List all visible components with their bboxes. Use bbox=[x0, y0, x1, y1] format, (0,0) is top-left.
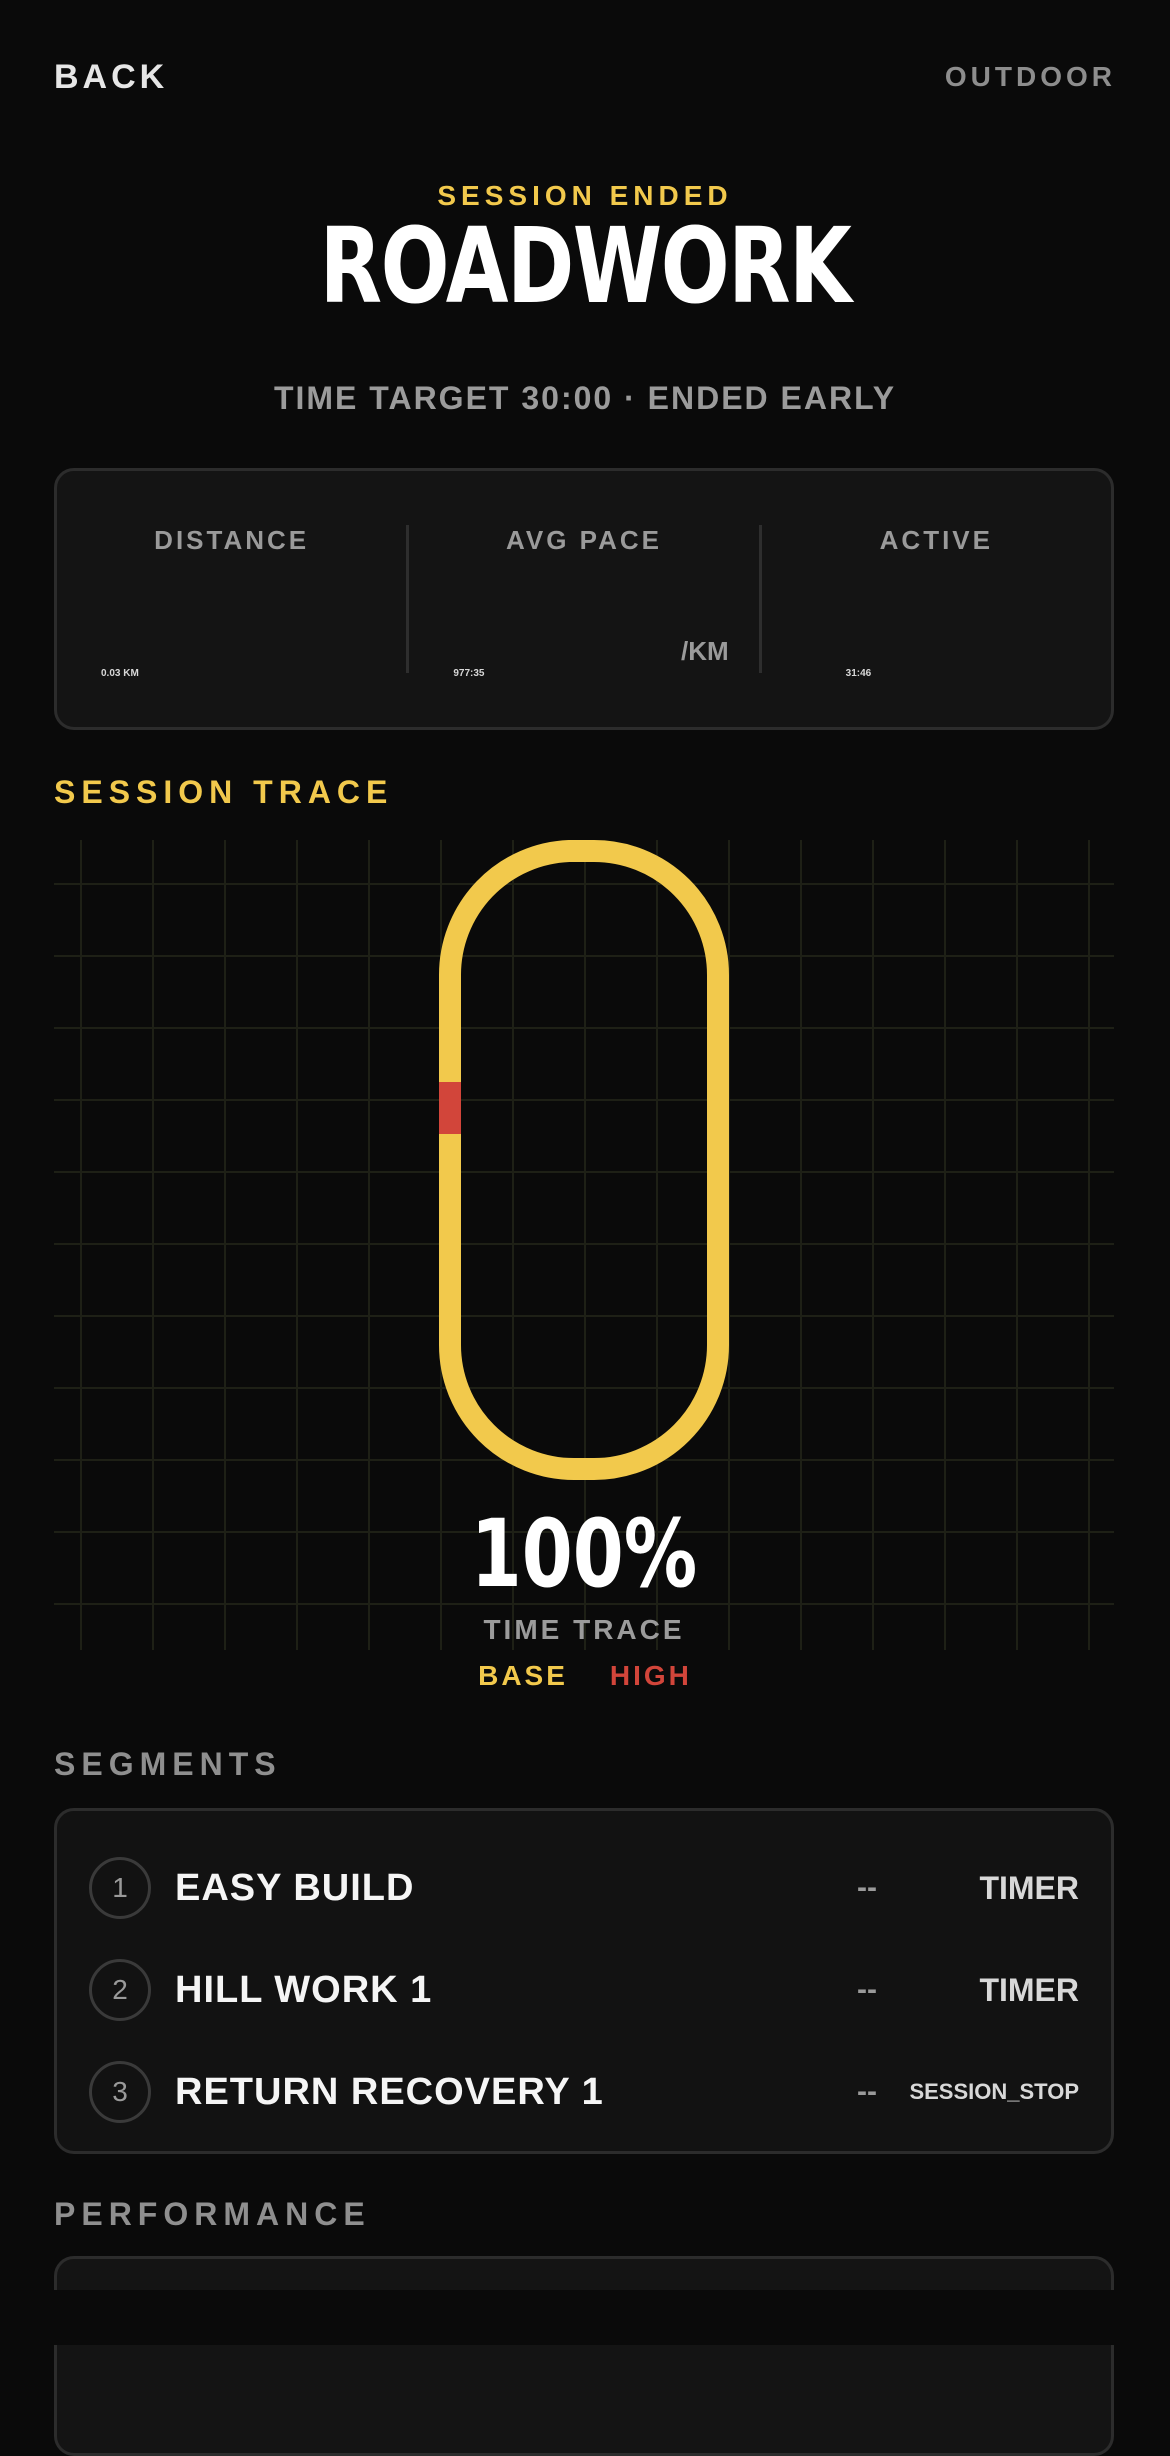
trace-legend: BASE HIGH bbox=[0, 1660, 1170, 1692]
stats-card: DISTANCE 0.03 KM AVG PACE 977:35 /KM ACT… bbox=[54, 468, 1114, 730]
stat-value: 0.03 KM bbox=[101, 668, 139, 679]
stat-label: DISTANCE bbox=[154, 525, 310, 555]
segments-card: 1 EASY BUILD -- TIMER 2 HILL WORK 1 -- T… bbox=[54, 1808, 1114, 2154]
session-subtitle: TIME TARGET 30:00 · ENDED EARLY bbox=[273, 380, 897, 416]
performance-card bbox=[54, 2256, 1114, 2456]
segment-number: 2 bbox=[89, 1959, 151, 2021]
stat-unit: /KM bbox=[680, 636, 729, 666]
performance-heading: PERFORMANCE bbox=[54, 2196, 371, 2232]
stat-label: ACTIVE bbox=[879, 525, 993, 555]
stat-avg-pace: AVG PACE 977:35 /KM bbox=[406, 525, 758, 679]
legend-high: HIGH bbox=[609, 1660, 692, 1691]
segments-heading: SEGMENTS bbox=[54, 1746, 282, 1782]
stat-active: ACTIVE 31:46 bbox=[758, 525, 1111, 679]
legend-base: BASE bbox=[478, 1660, 568, 1691]
segment-metric: -- bbox=[857, 1871, 877, 1904]
mode-label: OUTDOOR bbox=[944, 61, 1116, 92]
segment-name: RETURN RECOVERY 1 bbox=[175, 2070, 604, 2113]
stat-value: 977:35 bbox=[453, 668, 485, 679]
stat-label: AVG PACE bbox=[506, 525, 662, 555]
segment-row[interactable]: 3 RETURN RECOVERY 1 -- SESSION_STOP bbox=[57, 2047, 1111, 2137]
segment-type: TIMER bbox=[979, 1971, 1079, 2008]
segment-number: 1 bbox=[89, 1857, 151, 1919]
top-bar: BACK OUTDOOR bbox=[54, 52, 1116, 102]
segment-row[interactable]: 1 EASY BUILD -- TIMER bbox=[57, 1843, 1111, 1933]
session-trace: 100% TIME TRACE bbox=[54, 840, 1114, 1650]
segment-name: HILL WORK 1 bbox=[175, 1968, 433, 2011]
track-high-segment bbox=[439, 1082, 461, 1134]
segment-row[interactable]: 2 HILL WORK 1 -- TIMER bbox=[57, 1945, 1111, 2035]
session-trace-heading: SESSION TRACE bbox=[54, 774, 394, 810]
segment-metric: -- bbox=[857, 1973, 877, 2006]
trace-label: TIME TRACE bbox=[483, 1614, 685, 1645]
back-button[interactable]: BACK bbox=[54, 58, 168, 97]
segment-name: EASY BUILD bbox=[175, 1866, 415, 1909]
stat-value: 31:46 bbox=[845, 668, 872, 679]
segment-type: SESSION_STOP bbox=[909, 2079, 1079, 2104]
stat-distance: DISTANCE 0.03 KM bbox=[57, 471, 406, 727]
trace-percent: 100% bbox=[470, 1500, 698, 1609]
page-title: ROADWORK bbox=[319, 205, 852, 327]
bottom-fade bbox=[0, 2290, 1170, 2345]
segment-type: TIMER bbox=[979, 1869, 1079, 1906]
segment-number: 3 bbox=[89, 2061, 151, 2123]
segment-metric: -- bbox=[857, 2075, 877, 2108]
